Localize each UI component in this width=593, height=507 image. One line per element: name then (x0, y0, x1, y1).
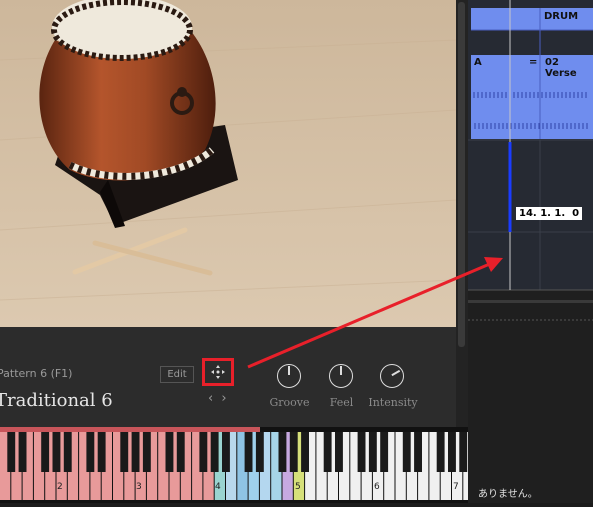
annotation-arrow (247, 257, 503, 369)
